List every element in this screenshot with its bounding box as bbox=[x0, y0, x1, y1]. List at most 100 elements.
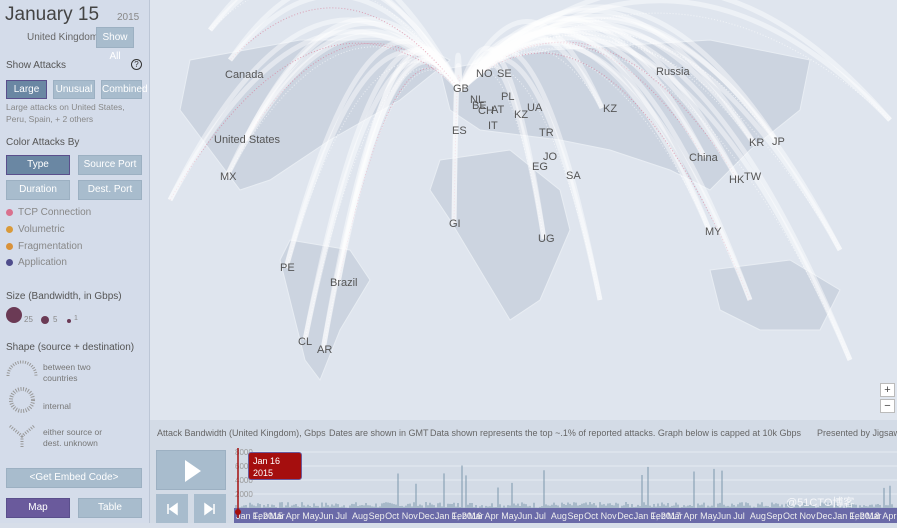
sidebar: January 15 2015 United Kingdom Show All … bbox=[0, 0, 150, 523]
application-dot-icon bbox=[6, 258, 13, 266]
table-view-button[interactable]: Table bbox=[78, 498, 142, 518]
country-label[interactable]: UA bbox=[527, 102, 542, 114]
country-label[interactable]: United States bbox=[214, 134, 280, 146]
step-back-button[interactable] bbox=[156, 494, 188, 523]
country-label[interactable]: PE bbox=[280, 262, 295, 274]
skip-forward-icon bbox=[204, 502, 215, 516]
x-tick-label: Feb bbox=[451, 511, 467, 521]
country-label[interactable]: GB bbox=[453, 83, 469, 95]
x-tick-label: Feb bbox=[650, 511, 666, 521]
country-label[interactable]: Russia bbox=[656, 66, 690, 78]
zoom-in-button[interactable]: + bbox=[880, 383, 895, 397]
x-tick-label: Sep bbox=[369, 511, 385, 521]
legend-application: Application bbox=[6, 257, 67, 268]
watermark: @51CTO博客 bbox=[786, 497, 855, 509]
x-tick-label: Nov bbox=[800, 511, 817, 521]
country-label[interactable]: SA bbox=[566, 170, 581, 182]
presented-by-link[interactable]: Presented by Jigsaw bbox=[817, 428, 897, 438]
bandwidth-timeline-chart[interactable]: 8000600040002000Jan 1, 2015Feb Mar Apr May J… bbox=[234, 448, 897, 523]
x-tick-label: May bbox=[501, 511, 519, 521]
x-tick-label: Oct bbox=[783, 511, 798, 521]
x-tick-label: May bbox=[700, 511, 718, 521]
x-tick-label: Mar bbox=[866, 511, 882, 521]
get-embed-code-button[interactable]: <Get Embed Code> bbox=[6, 468, 142, 488]
x-tick-label: Dec bbox=[617, 511, 634, 521]
shape-title: Shape (source + destination) bbox=[6, 342, 135, 353]
country-label[interactable]: KZ bbox=[514, 109, 528, 121]
play-icon bbox=[185, 460, 201, 482]
country-label[interactable]: JP bbox=[772, 136, 785, 148]
selected-country: United Kingdom bbox=[27, 32, 99, 43]
country-label[interactable]: AT bbox=[491, 104, 504, 116]
size-title: Size (Bandwidth, in Gbps) bbox=[6, 291, 122, 302]
x-tick-label: Jun bbox=[319, 511, 334, 521]
country-label[interactable]: GI bbox=[449, 218, 461, 230]
legend-label: Volumetric bbox=[18, 224, 65, 235]
type-button[interactable]: Type bbox=[6, 155, 70, 175]
country-label[interactable]: HK bbox=[729, 174, 744, 186]
attacks-description: Large attacks on United States, Peru, Sp… bbox=[6, 102, 125, 124]
show-all-button[interactable]: Show All bbox=[96, 27, 134, 62]
current-date-handle bbox=[235, 509, 241, 515]
x-tick-label: Oct bbox=[584, 511, 599, 521]
attack-map[interactable]: Canada United States MX PE Brazil CL AR … bbox=[150, 0, 897, 420]
country-label[interactable]: MY bbox=[705, 226, 722, 238]
color-by-title: Color Attacks By bbox=[6, 137, 80, 148]
country-label[interactable]: TR bbox=[539, 127, 554, 139]
circle-shape-icon bbox=[9, 387, 35, 413]
shape-icons bbox=[6, 360, 38, 448]
x-tick-label: Nov bbox=[402, 511, 419, 521]
help-icon[interactable]: ? bbox=[131, 59, 142, 70]
x-tick-label: Dec bbox=[418, 511, 435, 521]
current-date: January 15 bbox=[5, 4, 100, 25]
country-label[interactable]: Canada bbox=[225, 69, 264, 81]
x-tick-label: Feb bbox=[253, 511, 269, 521]
combined-button[interactable]: Combined bbox=[101, 80, 148, 99]
x-tick-label: Oct bbox=[385, 511, 400, 521]
zoom-out-button[interactable]: − bbox=[880, 399, 895, 413]
country-label[interactable]: SE bbox=[497, 68, 512, 80]
country-label[interactable]: KZ bbox=[603, 103, 617, 115]
skip-back-icon bbox=[167, 502, 178, 516]
country-label[interactable]: PL bbox=[501, 91, 514, 103]
x-tick-label: Mar bbox=[667, 511, 683, 521]
dest-port-button[interactable]: Dest. Port bbox=[78, 180, 142, 200]
country-label[interactable]: UG bbox=[538, 233, 555, 245]
show-attacks-title: Show Attacks bbox=[6, 60, 67, 71]
country-label[interactable]: NO bbox=[476, 68, 493, 80]
step-forward-button[interactable] bbox=[194, 494, 226, 523]
unusual-button[interactable]: Unusual bbox=[53, 80, 95, 99]
country-label[interactable]: CL bbox=[298, 336, 312, 348]
data-note: Data shown represents the top ~.1% of re… bbox=[430, 428, 801, 438]
timeline-panel: Attack Bandwidth (United Kingdom), Gbps … bbox=[150, 420, 897, 523]
country-label[interactable]: Brazil bbox=[330, 277, 358, 289]
country-label[interactable]: ES bbox=[452, 125, 467, 137]
country-label[interactable]: TW bbox=[744, 171, 761, 183]
x-tick-label: Jul bbox=[733, 511, 745, 521]
map-view-button[interactable]: Map bbox=[6, 498, 70, 518]
large-button[interactable]: Large bbox=[6, 80, 47, 99]
x-tick-label: Apr bbox=[485, 511, 499, 521]
country-label[interactable]: IT bbox=[488, 120, 498, 132]
x-tick-label: May bbox=[302, 511, 320, 521]
x-tick-label: Mar bbox=[269, 511, 285, 521]
x-tick-label: Aug bbox=[750, 511, 766, 521]
source-port-button[interactable]: Source Port bbox=[78, 155, 142, 175]
x-tick-label: Jul bbox=[335, 511, 347, 521]
country-label[interactable]: MX bbox=[220, 171, 237, 183]
legend-label: TCP Connection bbox=[18, 207, 92, 218]
country-label[interactable]: KR bbox=[749, 137, 764, 149]
size-5-label: 5 bbox=[53, 315, 58, 324]
shape-unknown-label: either source or dest. unknown bbox=[43, 427, 103, 448]
tcp-dot-icon bbox=[6, 208, 13, 216]
duration-button[interactable]: Duration bbox=[6, 180, 70, 200]
x-tick-label: Feb bbox=[849, 511, 865, 521]
tooltip-date: Jan 16 bbox=[253, 456, 281, 466]
play-button[interactable] bbox=[156, 450, 226, 490]
legend-label: Fragmentation bbox=[18, 241, 83, 252]
country-label[interactable]: EG bbox=[532, 161, 548, 173]
country-label[interactable]: AR bbox=[317, 344, 332, 356]
x-tick-label: Nov bbox=[601, 511, 618, 521]
country-label[interactable]: China bbox=[689, 152, 718, 164]
date-tooltip: Jan 16 2015 bbox=[248, 452, 302, 480]
